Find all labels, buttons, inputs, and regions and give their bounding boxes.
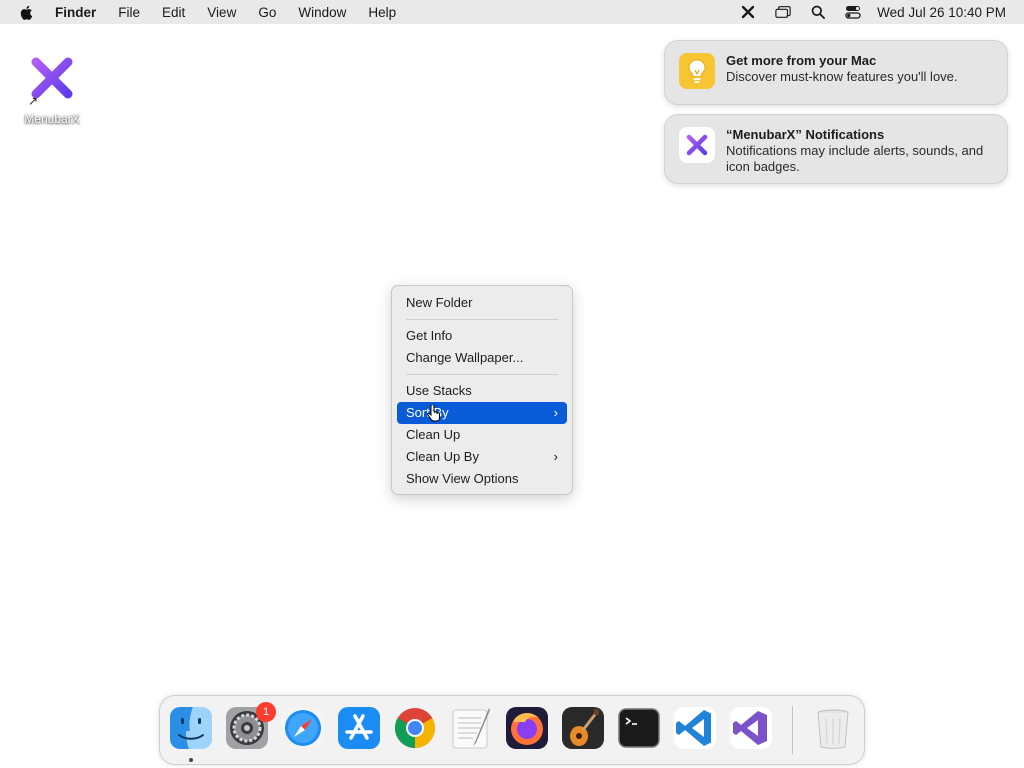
menu-item-show-view-options[interactable]: Show View Options <box>397 468 567 490</box>
notification-tips[interactable]: Get more from your Mac Discover must-kno… <box>664 40 1008 105</box>
notification-body: Discover must-know features you'll love. <box>726 69 958 84</box>
mouse-pointer-icon <box>427 404 441 425</box>
dock-safari-icon[interactable] <box>279 704 327 752</box>
menu-item-label: Clean Up By <box>406 449 479 464</box>
alias-arrow-icon: ↗ <box>28 94 39 108</box>
dock-garageband-icon[interactable] <box>559 704 607 752</box>
dock-terminal-icon[interactable] <box>615 704 663 752</box>
chevron-right-icon: › <box>553 405 558 420</box>
dock-firefox-icon[interactable] <box>503 704 551 752</box>
lightbulb-tips-icon <box>679 53 715 89</box>
menu-bar-clock[interactable]: Wed Jul 26 10:40 PM <box>877 5 1006 20</box>
menu-bar-status-area: Wed Jul 26 10:40 PM <box>721 0 1006 24</box>
menu-window[interactable]: Window <box>298 5 346 20</box>
spotlight-search-icon[interactable] <box>810 4 826 20</box>
menu-finder[interactable]: Finder <box>55 5 96 20</box>
menu-item-clean-up-by[interactable]: Clean Up By › <box>397 446 567 468</box>
menu-separator <box>406 319 558 320</box>
menubarx-app-icon <box>679 127 715 163</box>
menu-item-change-wallpaper[interactable]: Change Wallpaper... <box>397 347 567 369</box>
menu-view[interactable]: View <box>207 5 236 20</box>
notification-badge: 1 <box>256 702 276 722</box>
desktop-context-menu: New Folder Get Info Change Wallpaper... … <box>391 285 573 495</box>
menu-help[interactable]: Help <box>368 5 396 20</box>
notification-title: “MenubarX” Notifications <box>726 127 885 142</box>
menu-item-get-info[interactable]: Get Info <box>397 325 567 347</box>
menu-item-sort-by[interactable]: Sort By › <box>397 402 567 424</box>
notification-body: Notifications may include alerts, sounds… <box>726 143 984 174</box>
control-center-icon[interactable] <box>845 4 861 20</box>
chevron-right-icon: › <box>553 449 558 464</box>
desktop-icon-menubarx[interactable]: ↗ MenubarX <box>14 50 90 126</box>
menu-go[interactable]: Go <box>258 5 276 20</box>
menu-item-label: Show View Options <box>406 471 519 486</box>
dock: 1 <box>159 695 865 765</box>
notification-title: Get more from your Mac <box>726 53 877 68</box>
menu-separator <box>406 374 558 375</box>
dock-divider <box>792 706 793 754</box>
dock-finder-icon[interactable] <box>167 704 215 752</box>
dock-textedit-icon[interactable] <box>447 704 495 752</box>
menu-file[interactable]: File <box>118 5 140 20</box>
menu-item-label: Clean Up <box>406 427 461 442</box>
dock-chrome-icon[interactable] <box>391 704 439 752</box>
dock-visual-studio-icon[interactable] <box>727 704 775 752</box>
desktop-icon-label: MenubarX <box>24 112 80 126</box>
dock-app-store-icon[interactable] <box>335 704 383 752</box>
menubarx-app-icon: ↗ <box>24 50 80 108</box>
notification-menubarx[interactable]: “MenubarX” Notifications Notifications m… <box>664 114 1008 184</box>
menu-item-use-stacks[interactable]: Use Stacks <box>397 380 567 402</box>
menu-bar: Finder File Edit View Go Window Help Wed… <box>0 0 1024 24</box>
apple-icon[interactable] <box>19 4 35 20</box>
dock-trash-icon[interactable] <box>809 704 857 752</box>
dock-vscode-icon[interactable] <box>671 704 719 752</box>
menu-edit[interactable]: Edit <box>162 5 185 20</box>
menubarx-icon[interactable] <box>740 4 756 20</box>
dock-running-indicator <box>189 758 193 762</box>
window-stack-icon[interactable] <box>775 4 791 20</box>
menu-item-label: Use Stacks <box>406 383 472 398</box>
menu-item-clean-up[interactable]: Clean Up <box>397 424 567 446</box>
menu-item-new-folder[interactable]: New Folder <box>397 292 567 314</box>
